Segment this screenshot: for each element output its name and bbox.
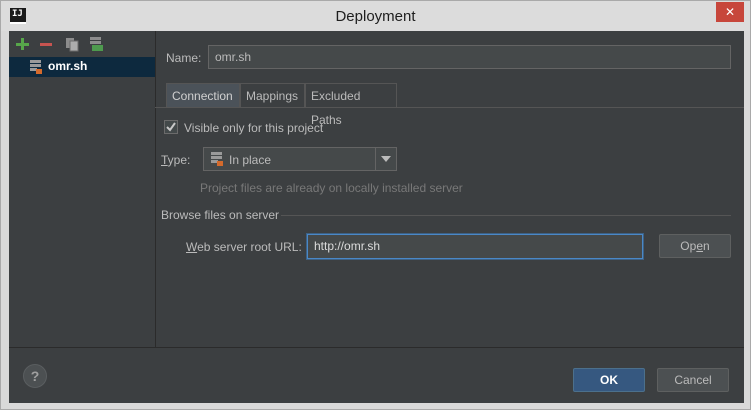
server-list-panel: omr.sh — [9, 31, 156, 347]
tab-connection[interactable]: Connection — [166, 83, 240, 107]
add-server-button[interactable] — [13, 35, 31, 53]
type-select-arrow[interactable] — [375, 148, 396, 170]
web-root-input[interactable]: http://omr.sh — [307, 234, 643, 259]
browse-section-title: Browse files on server — [161, 208, 280, 222]
open-button[interactable]: Open — [659, 234, 731, 258]
chevron-down-icon — [381, 156, 391, 162]
in-place-server-icon — [211, 152, 223, 166]
copy-server-button[interactable] — [63, 35, 81, 53]
add-icon — [16, 38, 29, 50]
tab-mappings[interactable]: Mappings — [240, 83, 305, 107]
cancel-button[interactable]: Cancel — [657, 368, 729, 392]
dialog-content: omr.sh Name: omr.sh Connection Mappings … — [9, 31, 744, 403]
name-input[interactable]: omr.sh — [208, 45, 731, 69]
tab-divider — [155, 107, 744, 108]
visible-only-label: Visible only for this project — [184, 121, 324, 135]
set-default-server-button[interactable] — [87, 35, 105, 53]
name-label: Name: — [166, 51, 202, 65]
visible-only-checkbox[interactable] — [164, 120, 178, 134]
default-server-icon — [90, 37, 103, 51]
type-select[interactable]: In place — [203, 147, 397, 171]
help-button[interactable]: ? — [23, 364, 47, 388]
browse-section-divider — [281, 215, 731, 216]
type-label: Type: — [161, 153, 191, 167]
type-hint: Project files are already on locally ins… — [200, 181, 463, 195]
type-select-value: In place — [229, 153, 272, 167]
tree-item-label: omr.sh — [48, 59, 88, 73]
open-button-label: Open — [680, 239, 710, 253]
help-icon: ? — [30, 368, 40, 384]
web-root-label: Web server root URL: — [186, 240, 302, 254]
remove-server-button[interactable] — [37, 35, 55, 53]
tree-item-omr-sh[interactable]: omr.sh — [9, 57, 155, 77]
title-bar[interactable]: IJ Deployment ✕ — [1, 1, 750, 31]
deployment-window: IJ Deployment ✕ omr.sh Name: omr.sh Conn… — [0, 0, 751, 410]
server-icon — [30, 60, 42, 74]
window-title: Deployment — [335, 8, 416, 25]
ok-button[interactable]: OK — [573, 368, 645, 392]
close-icon: ✕ — [724, 5, 736, 19]
copy-icon — [66, 38, 79, 52]
close-button[interactable]: ✕ — [716, 2, 744, 22]
tab-excluded-paths[interactable]: Excluded Paths — [305, 83, 397, 127]
footer-divider — [9, 347, 744, 348]
remove-icon — [40, 43, 52, 46]
checkmark-icon — [166, 122, 176, 132]
